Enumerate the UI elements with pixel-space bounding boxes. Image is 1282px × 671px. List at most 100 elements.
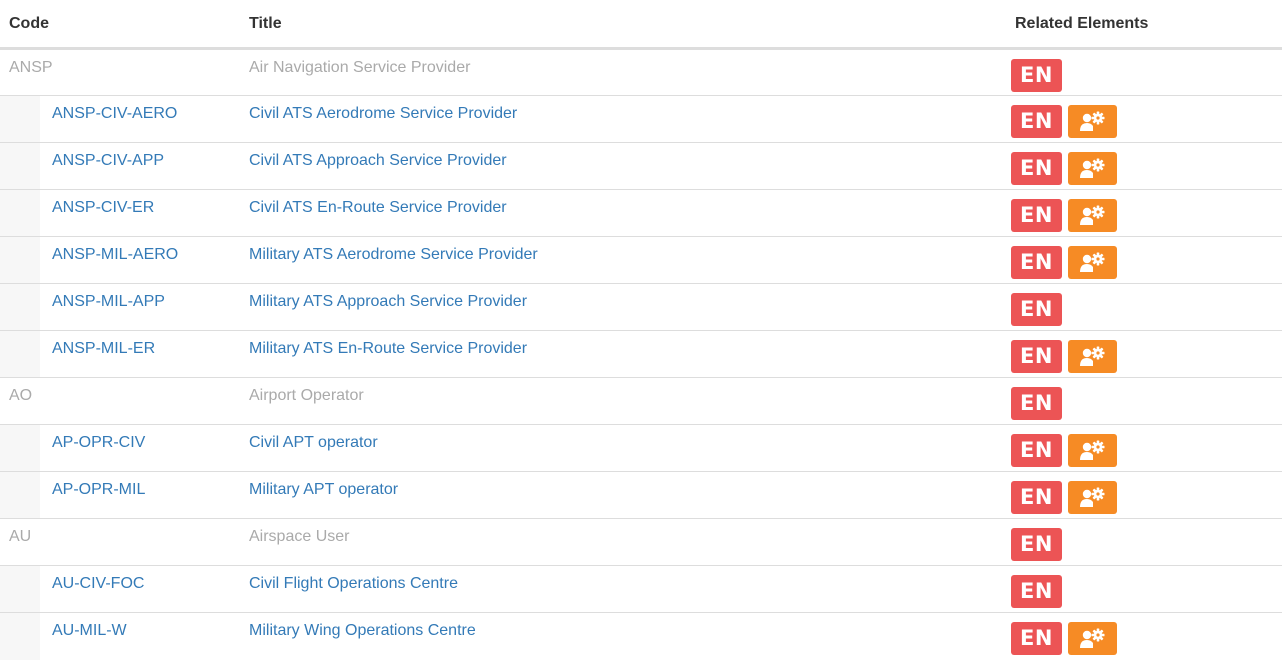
code-cell: ANSP-CIV-AERO xyxy=(0,95,240,143)
title-cell: Military ATS Approach Service Provider xyxy=(240,283,1006,331)
title-link[interactable]: Civil ATS Aerodrome Service Provider xyxy=(240,96,1006,124)
title-text: Airport Operator xyxy=(249,387,364,404)
title-link[interactable]: Civil APT operator xyxy=(240,425,1006,453)
table-row: AO Airport Operator EN xyxy=(0,377,1282,425)
table-row: ANSP-CIV-ER Civil ATS En-Route Service Pr… xyxy=(0,189,1282,237)
code-cell: ANSP-MIL-APP xyxy=(0,283,240,331)
user-gear-icon[interactable] xyxy=(1068,199,1117,232)
code-cell: ANSP xyxy=(0,48,240,96)
title-cell: Civil Flight Operations Centre xyxy=(240,565,1006,613)
title-link[interactable]: Military ATS Aerodrome Service Provider xyxy=(240,237,1006,265)
title-cell: Civil ATS Approach Service Provider xyxy=(240,142,1006,190)
enterprise-badge[interactable]: EN xyxy=(1011,434,1062,467)
title-link[interactable]: Military ATS En-Route Service Provider xyxy=(240,331,1006,359)
title-cell: Air Navigation Service Provider xyxy=(240,48,1006,96)
related-elements-cell: EN xyxy=(1006,236,1282,284)
table-header-row: Code Title Related Elements xyxy=(0,0,1282,50)
related-badges: EN xyxy=(1006,284,1282,326)
table-row: ANSP-MIL-ER Military ATS En-Route Service… xyxy=(0,330,1282,378)
enterprise-badge[interactable]: EN xyxy=(1011,293,1062,326)
related-elements-cell: EN xyxy=(1006,189,1282,237)
code-link[interactable]: ANSP-CIV-AERO xyxy=(0,96,240,124)
related-badges: EN xyxy=(1006,237,1282,279)
related-elements-cell: EN xyxy=(1006,471,1282,519)
code-cell: AP-OPR-MIL xyxy=(0,471,240,519)
code-cell: AU-MIL-W xyxy=(0,612,240,660)
code-cell: AO xyxy=(0,377,240,425)
column-header-title: Title xyxy=(240,0,1006,50)
related-badges: EN xyxy=(1006,613,1282,655)
user-gear-icon[interactable] xyxy=(1068,152,1117,185)
related-badges: EN xyxy=(1006,519,1282,561)
code-cell: ANSP-MIL-AERO xyxy=(0,236,240,284)
title-cell: Airport Operator xyxy=(240,377,1006,425)
enterprise-badge[interactable]: EN xyxy=(1011,340,1062,373)
enterprise-badge[interactable]: EN xyxy=(1011,59,1062,92)
code-text: AU xyxy=(9,528,32,545)
code-link[interactable]: ANSP-MIL-APP xyxy=(0,284,240,312)
code-cell: ANSP-CIV-ER xyxy=(0,189,240,237)
code-link[interactable]: AP-OPR-MIL xyxy=(0,472,240,500)
user-gear-icon[interactable] xyxy=(1068,434,1117,467)
code-cell: ANSP-MIL-ER xyxy=(0,330,240,378)
related-badges: EN xyxy=(1006,425,1282,467)
title-link[interactable]: Civil Flight Operations Centre xyxy=(240,566,1006,594)
code-cell: ANSP-CIV-APP xyxy=(0,142,240,190)
code-link[interactable]: ANSP-CIV-ER xyxy=(0,190,240,218)
table-row: AP-OPR-CIV Civil APT operator EN xyxy=(0,424,1282,472)
title-cell: Civil ATS Aerodrome Service Provider xyxy=(240,95,1006,143)
code-link[interactable]: AU-MIL-W xyxy=(0,613,240,641)
related-elements-cell: EN xyxy=(1006,283,1282,331)
related-elements-cell: EN xyxy=(1006,424,1282,472)
title-text: Airspace User xyxy=(249,528,350,545)
code-cell: AU xyxy=(0,518,240,566)
title-cell: Civil APT operator xyxy=(240,424,1006,472)
enterprise-badge[interactable]: EN xyxy=(1011,575,1062,608)
code-cell: AP-OPR-CIV xyxy=(0,424,240,472)
title-link[interactable]: Military ATS Approach Service Provider xyxy=(240,284,1006,312)
enterprise-badge[interactable]: EN xyxy=(1011,199,1062,232)
roles-table: Code Title Related Elements ANSP Air Navi… xyxy=(0,0,1282,660)
related-elements-cell: EN xyxy=(1006,518,1282,566)
related-badges: EN xyxy=(1006,96,1282,138)
title-cell: Military ATS Aerodrome Service Provider xyxy=(240,236,1006,284)
title-cell: Military APT operator xyxy=(240,471,1006,519)
code-link[interactable]: AU-CIV-FOC xyxy=(0,566,240,594)
related-elements-cell: EN xyxy=(1006,95,1282,143)
table-row: ANSP-CIV-AERO Civil ATS Aerodrome Service… xyxy=(0,95,1282,143)
enterprise-badge[interactable]: EN xyxy=(1011,387,1062,420)
user-gear-icon[interactable] xyxy=(1068,622,1117,655)
table-row: AU-MIL-W Military Wing Operations Centre E… xyxy=(0,612,1282,660)
title-link[interactable]: Civil ATS Approach Service Provider xyxy=(240,143,1006,171)
title-link[interactable]: Civil ATS En-Route Service Provider xyxy=(240,190,1006,218)
table-row: ANSP-MIL-AERO Military ATS Aerodrome Serv… xyxy=(0,236,1282,284)
title-text: Air Navigation Service Provider xyxy=(249,59,471,76)
enterprise-badge[interactable]: EN xyxy=(1011,528,1062,561)
title-cell: Military ATS En-Route Service Provider xyxy=(240,330,1006,378)
related-badges: EN xyxy=(1006,566,1282,608)
user-gear-icon[interactable] xyxy=(1068,246,1117,279)
code-cell: AU-CIV-FOC xyxy=(0,565,240,613)
code-link[interactable]: ANSP-MIL-AERO xyxy=(0,237,240,265)
enterprise-badge[interactable]: EN xyxy=(1011,481,1062,514)
title-link[interactable]: Military APT operator xyxy=(240,472,1006,500)
user-gear-icon[interactable] xyxy=(1068,105,1117,138)
related-badges: EN xyxy=(1006,190,1282,232)
table-row: ANSP-CIV-APP Civil ATS Approach Service P… xyxy=(0,142,1282,190)
table-row: ANSP Air Navigation Service Provider EN xyxy=(0,48,1282,96)
table-row: ANSP-MIL-APP Military ATS Approach Servic… xyxy=(0,283,1282,331)
code-link[interactable]: ANSP-MIL-ER xyxy=(0,331,240,359)
table-row: AU Airspace User EN xyxy=(0,518,1282,566)
user-gear-icon[interactable] xyxy=(1068,340,1117,373)
enterprise-badge[interactable]: EN xyxy=(1011,246,1062,279)
code-link[interactable]: ANSP-CIV-APP xyxy=(0,143,240,171)
title-link[interactable]: Military Wing Operations Centre xyxy=(240,613,1006,641)
user-gear-icon[interactable] xyxy=(1068,481,1117,514)
related-badges: EN xyxy=(1006,50,1282,92)
related-badges: EN xyxy=(1006,331,1282,373)
code-link[interactable]: AP-OPR-CIV xyxy=(0,425,240,453)
related-badges: EN xyxy=(1006,143,1282,185)
enterprise-badge[interactable]: EN xyxy=(1011,622,1062,655)
enterprise-badge[interactable]: EN xyxy=(1011,105,1062,138)
enterprise-badge[interactable]: EN xyxy=(1011,152,1062,185)
